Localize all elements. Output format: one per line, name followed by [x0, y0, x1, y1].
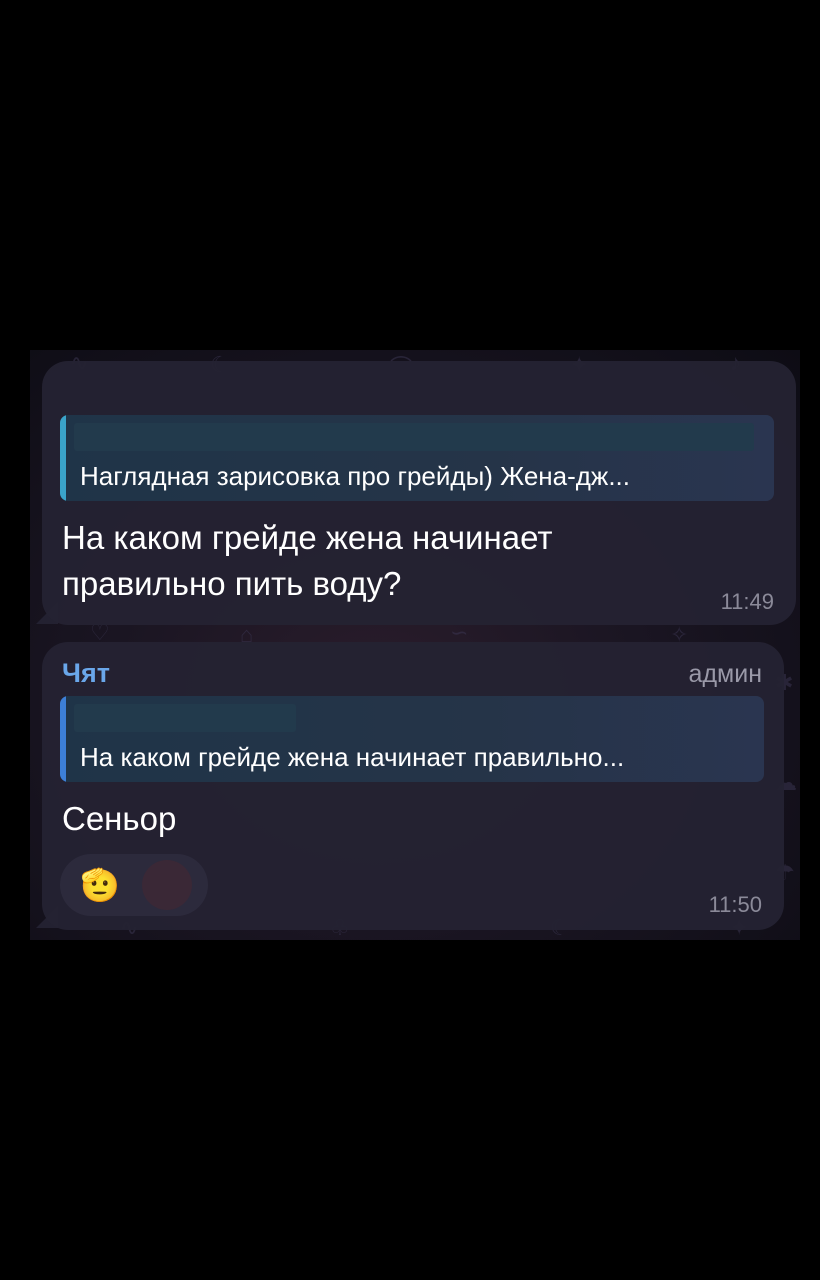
message-time: 11:49 [720, 589, 774, 614]
reply-author-placeholder [74, 423, 754, 451]
message-time: 11:50 [708, 892, 762, 917]
message-text: Сеньор [62, 800, 177, 837]
reply-text: Наглядная зарисовка про грейды) Жена-дж.… [80, 461, 630, 491]
message-bubble[interactable]: Чят админ На каком грейде жена начинает … [42, 642, 784, 930]
message-text-line: На каком грейде жена начинает [62, 519, 553, 556]
message-bubble[interactable]: Наглядная зарисовка про грейды) Жена-дж.… [42, 361, 796, 625]
reply-text: На каком грейде жена начинает правильно.… [80, 742, 625, 772]
reaction-chip[interactable]: 🫡 [60, 854, 208, 916]
reply-author-placeholder [74, 704, 296, 732]
reply-preview[interactable]: Наглядная зарисовка про грейды) Жена-дж.… [60, 415, 774, 501]
admin-badge: админ [688, 660, 762, 688]
sender-name[interactable]: Чят [62, 658, 110, 689]
user-avatar-icon [142, 860, 192, 910]
message-text-line: правильно пить воду? [62, 565, 402, 602]
reply-preview[interactable]: На каком грейде жена начинает правильно.… [60, 696, 764, 782]
saluting-face-icon: 🫡 [80, 867, 120, 903]
reply-accent-bar [60, 696, 66, 782]
reply-accent-bar [60, 415, 66, 501]
message-text: На каком грейде жена начинает правильно … [62, 515, 552, 607]
